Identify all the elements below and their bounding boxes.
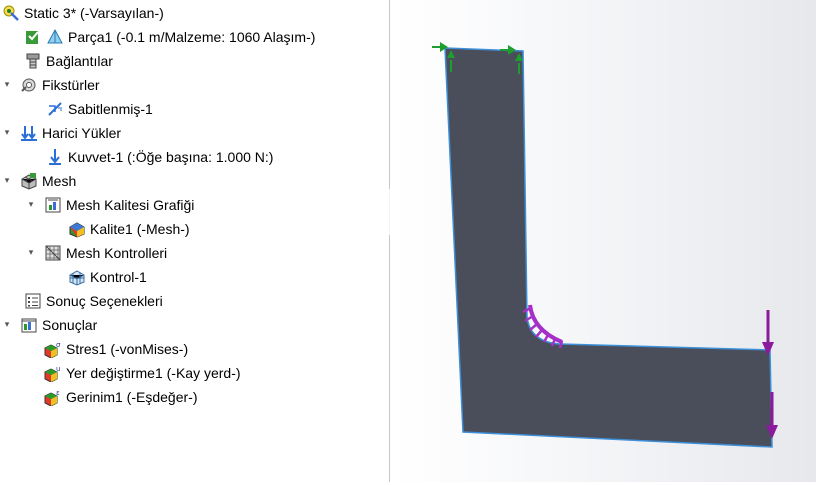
mesh-icon (20, 172, 38, 190)
mesh-quality-collapse-caret[interactable]: ▾ (26, 199, 36, 210)
mesh-quality-label: Mesh Kalitesi Grafiği (66, 197, 195, 213)
results-label: Sonuçlar (42, 317, 98, 333)
tree-item-displacement1[interactable]: u Yer değiştirme1 (-Kay yerd-) (44, 361, 241, 385)
static-study-icon (2, 4, 20, 22)
mesh-collapse-caret[interactable]: ▾ (2, 175, 12, 186)
l-bracket-part[interactable] (444, 47, 773, 448)
strain-plot-icon: ε (44, 388, 62, 406)
tree-item-fixtures[interactable]: Fikstürler (20, 73, 100, 97)
fixed-label: Sabitlenmiş-1 (68, 101, 153, 117)
tree-item-mesh[interactable]: Mesh (20, 169, 76, 193)
svg-text:ε: ε (56, 389, 60, 397)
stress1-label: Stres1 (-vonMises-) (66, 341, 189, 357)
quality1-label: Kalite1 (-Mesh-) (90, 221, 190, 237)
fixtures-label: Fikstürler (42, 77, 100, 93)
result-options-icon (24, 292, 42, 310)
external-loads-collapse-caret[interactable]: ▾ (2, 127, 12, 138)
mesh-controls-label: Mesh Kontrolleri (66, 245, 168, 261)
mesh-label: Mesh (42, 173, 77, 189)
part-icon (46, 28, 64, 46)
fixtures-icon (20, 76, 38, 94)
svg-text:σ: σ (56, 341, 61, 349)
study-label: Static 3* (-Varsayılan-) (24, 5, 164, 21)
tree-item-part[interactable]: Parça1 (-0.1 m/Malzeme: 1060 Alaşım-) (24, 25, 315, 49)
svg-text:u: u (56, 365, 60, 373)
mesh-controls-icon (44, 244, 62, 262)
tree-item-results[interactable]: Sonuçlar (20, 313, 97, 337)
results-folder-icon (20, 316, 38, 334)
tree-item-force[interactable]: Kuvvet-1 (:Öğe başına: 1.000 N:) (46, 145, 273, 169)
tree-item-strain1[interactable]: ε Gerinim1 (-Eşdeğer-) (44, 385, 197, 409)
simulation-tree-panel: Static 3* (-Varsayılan-) Parça1 (-0.1 m/… (0, 0, 390, 482)
model-canvas (432, 42, 778, 448)
displacement-plot-icon: u (44, 364, 62, 382)
connections-icon (24, 52, 42, 70)
quality-plot-icon (68, 220, 86, 238)
tree-item-study[interactable]: Static 3* (-Varsayılan-) (2, 1, 164, 25)
part-label: Parça1 (-0.1 m/Malzeme: 1060 Alaşım-) (68, 29, 316, 45)
external-loads-icon (20, 124, 38, 142)
tree-item-stress1[interactable]: σ Stres1 (-vonMises-) (44, 337, 188, 361)
strain1-label: Gerinim1 (-Eşdeğer-) (66, 389, 198, 405)
result-options-label: Sonuç Seçenekleri (46, 293, 163, 309)
tree-item-mesh-controls[interactable]: Mesh Kontrolleri (44, 241, 167, 265)
tree-item-result-options[interactable]: Sonuç Seçenekleri (24, 289, 163, 313)
results-collapse-caret[interactable]: ▾ (2, 319, 12, 330)
connections-label: Bağlantılar (46, 53, 113, 69)
external-loads-label: Harici Yükler (42, 125, 122, 141)
mesh-controls-collapse-caret[interactable]: ▾ (26, 247, 36, 258)
mesh-control-icon (68, 268, 86, 286)
fixed-geometry-icon (46, 100, 64, 118)
displacement1-label: Yer değiştirme1 (-Kay yerd-) (66, 365, 241, 381)
mesh-quality-plot-icon (44, 196, 62, 214)
control1-label: Kontrol-1 (90, 269, 147, 285)
tree-item-mesh-quality-plot[interactable]: Mesh Kalitesi Grafiği (44, 193, 194, 217)
tree-item-external-loads[interactable]: Harici Yükler (20, 121, 121, 145)
tree-item-quality1[interactable]: Kalite1 (-Mesh-) (68, 217, 190, 241)
force-label: Kuvvet-1 (:Öğe başına: 1.000 N:) (68, 149, 274, 165)
fixture-symbol-top-left[interactable] (432, 42, 455, 72)
graphics-viewport[interactable] (390, 0, 816, 482)
stress-plot-icon: σ (44, 340, 62, 358)
tree-item-connections[interactable]: Bağlantılar (24, 49, 113, 73)
tree-item-fixed[interactable]: Sabitlenmiş-1 (46, 97, 153, 121)
tree-item-control1[interactable]: Kontrol-1 (68, 265, 147, 289)
part-status-icon (24, 28, 42, 46)
fixtures-collapse-caret[interactable]: ▾ (2, 79, 12, 90)
force-arrow-icon (46, 148, 64, 166)
